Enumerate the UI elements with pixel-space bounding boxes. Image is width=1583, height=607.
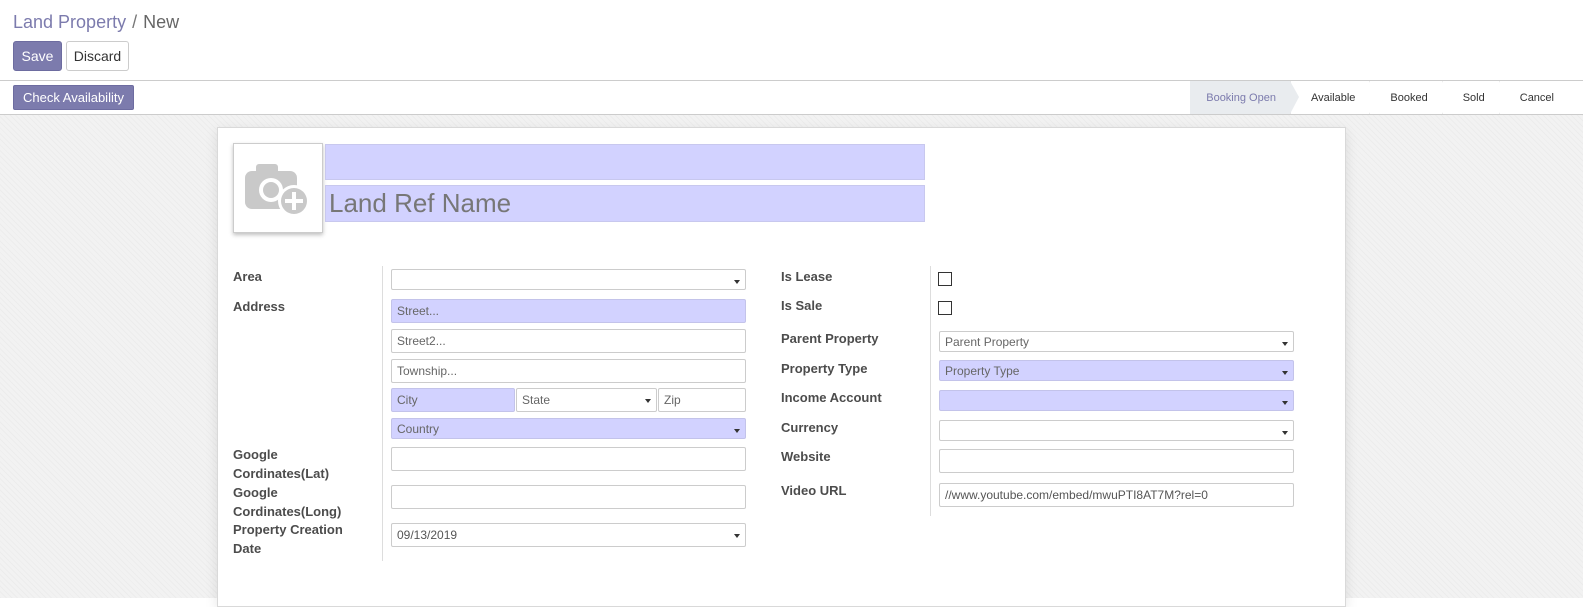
street-placeholder: Street... <box>397 304 440 318</box>
creation-date-label-line2: Date <box>233 541 262 556</box>
is-sale-label: Is Sale <box>781 298 823 313</box>
parent-property-label: Parent Property <box>781 331 879 346</box>
breadcrumb: Land Property / New <box>13 12 179 33</box>
save-button[interactable]: Save <box>13 41 62 71</box>
parent-property-select[interactable]: Parent Property <box>939 331 1294 352</box>
control-panel: Land Property / New Save Discard <box>0 0 1583 81</box>
statusbar: Check Availability Booking Open Availabl… <box>0 81 1583 115</box>
video-url-label: Video URL <box>781 483 847 498</box>
currency-label: Currency <box>781 420 839 435</box>
property-name-input[interactable] <box>325 144 925 180</box>
area-label: Area <box>233 269 262 284</box>
street2-placeholder: Street2... <box>397 334 446 348</box>
city-placeholder: City <box>397 393 418 407</box>
currency-select[interactable] <box>939 420 1294 441</box>
property-type-placeholder: Property Type <box>945 363 1020 378</box>
township-input[interactable]: Township... <box>391 359 746 383</box>
creation-date-input[interactable]: 09/13/2019 <box>391 523 746 547</box>
stage-available[interactable]: Available <box>1289 81 1379 114</box>
google-long-label-line1: Google <box>233 485 278 500</box>
form-sheet: Land Ref Name Area Address Google Cordin… <box>217 127 1346 607</box>
chevron-down-icon <box>734 534 740 538</box>
google-lat-label-line1: Google <box>233 447 278 462</box>
google-lat-input[interactable] <box>391 447 746 471</box>
zip-input[interactable]: Zip <box>658 388 746 412</box>
website-label: Website <box>781 449 831 464</box>
country-placeholder: Country <box>397 421 440 436</box>
chevron-down-icon <box>1282 401 1288 405</box>
state-select[interactable]: State <box>516 388 657 412</box>
right-column-divider <box>930 266 931 516</box>
stage-pipeline: Booking Open Available Booked Sold Cance… <box>1190 81 1568 114</box>
breadcrumb-separator: / <box>132 12 138 32</box>
chevron-down-icon <box>1282 342 1288 346</box>
video-url-value: //www.youtube.com/embed/mwuPTI8AT7M?rel=… <box>945 488 1208 502</box>
is-sale-checkbox[interactable] <box>938 301 952 315</box>
land-ref-name-placeholder: Land Ref Name <box>329 188 512 218</box>
land-ref-name-input[interactable]: Land Ref Name <box>325 185 925 222</box>
chevron-down-icon <box>645 399 651 403</box>
township-placeholder: Township... <box>397 364 458 378</box>
chevron-down-icon <box>734 280 740 284</box>
property-type-label: Property Type <box>781 361 868 376</box>
stage-booking-open[interactable]: Booking Open <box>1190 81 1299 114</box>
property-image-upload[interactable] <box>233 143 323 233</box>
chevron-down-icon <box>1282 371 1288 375</box>
breadcrumb-current: New <box>143 12 180 32</box>
country-select[interactable]: Country <box>391 418 746 439</box>
discard-button[interactable]: Discard <box>66 41 129 71</box>
property-type-select[interactable]: Property Type <box>939 360 1294 381</box>
parent-property-placeholder: Parent Property <box>945 334 1030 349</box>
check-availability-button[interactable]: Check Availability <box>13 85 134 110</box>
website-input[interactable] <box>939 449 1294 473</box>
income-account-label: Income Account <box>781 390 882 405</box>
city-input[interactable]: City <box>391 388 515 412</box>
creation-date-label-line1: Property Creation <box>233 522 343 537</box>
is-lease-checkbox[interactable] <box>938 272 952 286</box>
area-select[interactable] <box>391 269 746 290</box>
zip-placeholder: Zip <box>664 393 681 407</box>
address-label: Address <box>233 299 286 314</box>
google-long-label-line2: Cordinates(Long) <box>233 504 342 519</box>
video-url-input[interactable]: //www.youtube.com/embed/mwuPTI8AT7M?rel=… <box>939 483 1294 507</box>
chevron-down-icon <box>734 429 740 433</box>
street-input[interactable]: Street... <box>391 299 746 323</box>
street2-input[interactable]: Street2... <box>391 329 746 353</box>
google-long-input[interactable] <box>391 485 746 509</box>
chevron-down-icon <box>1282 431 1288 435</box>
breadcrumb-parent-link[interactable]: Land Property <box>13 12 126 32</box>
is-lease-label: Is Lease <box>781 269 833 284</box>
state-placeholder: State <box>522 393 551 407</box>
left-column-divider <box>382 266 383 561</box>
camera-plus-icon <box>245 164 310 217</box>
stage-cancel[interactable]: Cancel <box>1498 81 1568 114</box>
google-lat-label-line2: Cordinates(Lat) <box>233 466 330 481</box>
stage-booked[interactable]: Booked <box>1369 81 1452 114</box>
income-account-select[interactable] <box>939 390 1294 411</box>
creation-date-value: 09/13/2019 <box>397 528 458 542</box>
